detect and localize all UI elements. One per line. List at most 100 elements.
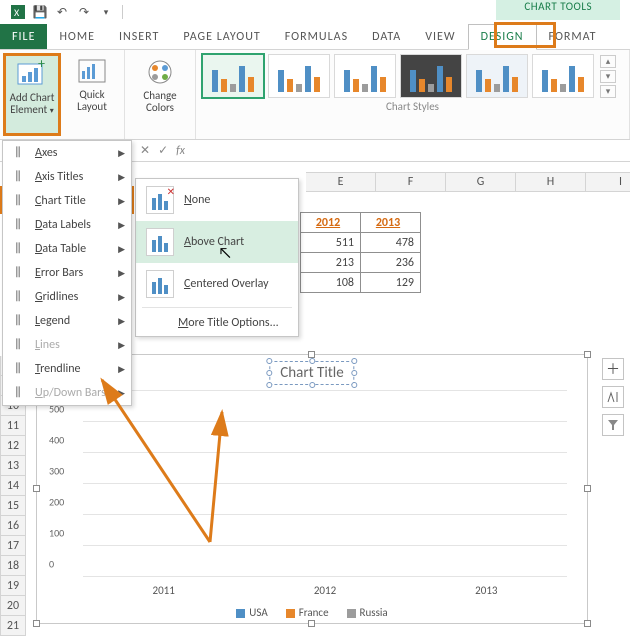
- table-cell[interactable]: 108: [301, 273, 361, 293]
- menu-item-data-table[interactable]: ⫼ Data Table ▶: [3, 237, 131, 261]
- svg-text:+: +: [38, 58, 45, 72]
- svg-text:X: X: [14, 6, 20, 19]
- chart-title-placeholder[interactable]: Chart Title: [269, 361, 354, 385]
- submenu-more-options[interactable]: More Title Options...: [136, 310, 298, 336]
- tab-home[interactable]: HOME: [47, 24, 107, 49]
- row-header-15[interactable]: 15: [0, 496, 26, 516]
- tab-data[interactable]: DATA: [360, 24, 413, 49]
- menu-item-label: Up/Down Bars: [35, 386, 106, 400]
- tab-file[interactable]: FILE: [0, 24, 47, 49]
- submenu-item-none[interactable]: ✕ None: [136, 179, 298, 221]
- chart-style-3[interactable]: [334, 54, 396, 98]
- table-cell[interactable]: 129: [361, 273, 421, 293]
- table-header[interactable]: 2013: [361, 213, 421, 233]
- menu-item-error-bars[interactable]: ⫼ Error Bars ▶: [3, 261, 131, 285]
- row-header-20[interactable]: 20: [0, 596, 26, 616]
- chart-icon: ⫼: [9, 362, 27, 376]
- row-header-13[interactable]: 13: [0, 456, 26, 476]
- menu-item-label: Trendline: [35, 362, 81, 376]
- chevron-right-icon: ▶: [118, 340, 125, 351]
- menu-item-label: Gridlines: [35, 290, 78, 304]
- thumb-icon: ✕: [146, 186, 174, 214]
- cancel-icon[interactable]: ✕: [140, 143, 150, 158]
- y-tick-label: 300: [49, 465, 64, 478]
- customize-qat-dropdown[interactable]: ▾: [98, 4, 114, 20]
- quick-layout-button[interactable]: Quick Layout: [63, 53, 121, 136]
- legend-item-Russia[interactable]: Russia: [347, 606, 388, 619]
- menu-item-label: Error Bars: [35, 266, 83, 280]
- legend-item-France[interactable]: France: [286, 606, 329, 619]
- chevron-right-icon: ▶: [118, 364, 125, 375]
- chart-icon: ⫼: [9, 218, 27, 232]
- tab-insert[interactable]: INSERT: [107, 24, 171, 49]
- row-header-12[interactable]: 12: [0, 436, 26, 456]
- table-cell[interactable]: 236: [361, 253, 421, 273]
- column-header-I[interactable]: I: [586, 172, 630, 192]
- chart-style-2[interactable]: [268, 54, 330, 98]
- column-header-H[interactable]: H: [516, 172, 586, 192]
- chevron-right-icon: ▶: [118, 316, 125, 327]
- menu-item-chart-title[interactable]: ⫼ Chart Title ▶: [3, 189, 131, 213]
- column-header-E[interactable]: E: [306, 172, 376, 192]
- menu-item-axes[interactable]: ⫼ Axes ▶: [3, 141, 131, 165]
- table-cell[interactable]: 213: [301, 253, 361, 273]
- undo-icon[interactable]: ↶: [54, 4, 70, 20]
- menu-item-label: Legend: [35, 314, 70, 328]
- chart-icon: ⫼: [9, 290, 27, 304]
- chevron-right-icon: ▶: [118, 268, 125, 279]
- tab-formulas[interactable]: FORMULAS: [273, 24, 360, 49]
- table-cell[interactable]: 511: [301, 233, 361, 253]
- row-header-17[interactable]: 17: [0, 536, 26, 556]
- tab-page-layout[interactable]: PAGE LAYOUT: [171, 24, 272, 49]
- chart-filters-button[interactable]: [602, 414, 624, 436]
- y-tick-label: 400: [49, 434, 64, 447]
- menu-item-label: Axis Titles: [35, 170, 83, 184]
- change-colors-label: Change Colors: [143, 90, 176, 114]
- row-header-18[interactable]: 18: [0, 556, 26, 576]
- chart-style-6[interactable]: [532, 54, 594, 98]
- tab-view[interactable]: VIEW: [413, 24, 467, 49]
- submenu-item-label: Above Chart: [184, 235, 244, 249]
- redo-icon[interactable]: ↷: [76, 4, 92, 20]
- submenu-item-centered-overlay[interactable]: Centered Overlay: [136, 263, 298, 305]
- menu-item-axis-titles[interactable]: ⫼ Axis Titles ▶: [3, 165, 131, 189]
- fx-icon[interactable]: fx: [176, 144, 185, 158]
- change-colors-button[interactable]: Change Colors: [131, 54, 189, 116]
- row-header-11[interactable]: 11: [0, 416, 26, 436]
- row-header-14[interactable]: 14: [0, 476, 26, 496]
- plot-area: 0100200300400500600201120122013: [83, 391, 567, 577]
- chart-styles-button[interactable]: [602, 386, 624, 408]
- chart-icon: ⫼: [9, 266, 27, 280]
- column-header-F[interactable]: F: [376, 172, 446, 192]
- menu-item-label: Lines: [35, 338, 60, 352]
- chevron-right-icon: ▶: [118, 172, 125, 183]
- y-tick-label: 200: [49, 496, 64, 509]
- chevron-right-icon: ▶: [118, 196, 125, 207]
- row-header-19[interactable]: 19: [0, 576, 26, 596]
- chart-icon: ⫼: [9, 314, 27, 328]
- table-cell[interactable]: 478: [361, 233, 421, 253]
- add-chart-element-menu: ⫼ Axes ▶⫼ Axis Titles ▶⫼ Chart Title ▶⫼ …: [2, 140, 132, 406]
- row-header-16[interactable]: 16: [0, 516, 26, 536]
- menu-item-lines: ⫼ Lines ▶: [3, 333, 131, 357]
- save-icon[interactable]: 💾: [32, 4, 48, 20]
- table-header[interactable]: 2012: [301, 213, 361, 233]
- x-tick-label: 2011: [153, 584, 175, 597]
- menu-item-trendline[interactable]: ⫼ Trendline ▶: [3, 357, 131, 381]
- quick-layout-label: Quick Layout: [77, 89, 107, 113]
- chart-style-1[interactable]: [202, 54, 264, 98]
- chart-elements-button[interactable]: ＋: [602, 358, 624, 380]
- chevron-right-icon: ▶: [118, 388, 125, 399]
- chart-styles-scroll[interactable]: ▴▾▾: [600, 55, 616, 98]
- menu-item-data-labels[interactable]: ⫼ Data Labels ▶: [3, 213, 131, 237]
- chart-style-5[interactable]: [466, 54, 528, 98]
- add-chart-element-button[interactable]: + Add Chart Element ▾: [3, 53, 61, 136]
- legend-item-USA[interactable]: USA: [236, 606, 267, 619]
- column-header-G[interactable]: G: [446, 172, 516, 192]
- enter-icon[interactable]: ✓: [158, 143, 168, 158]
- menu-item-legend[interactable]: ⫼ Legend ▶: [3, 309, 131, 333]
- menu-item-gridlines[interactable]: ⫼ Gridlines ▶: [3, 285, 131, 309]
- chart-style-4[interactable]: [400, 54, 462, 98]
- submenu-item-above-chart[interactable]: Above Chart: [136, 221, 298, 263]
- row-header-21[interactable]: 21: [0, 616, 26, 636]
